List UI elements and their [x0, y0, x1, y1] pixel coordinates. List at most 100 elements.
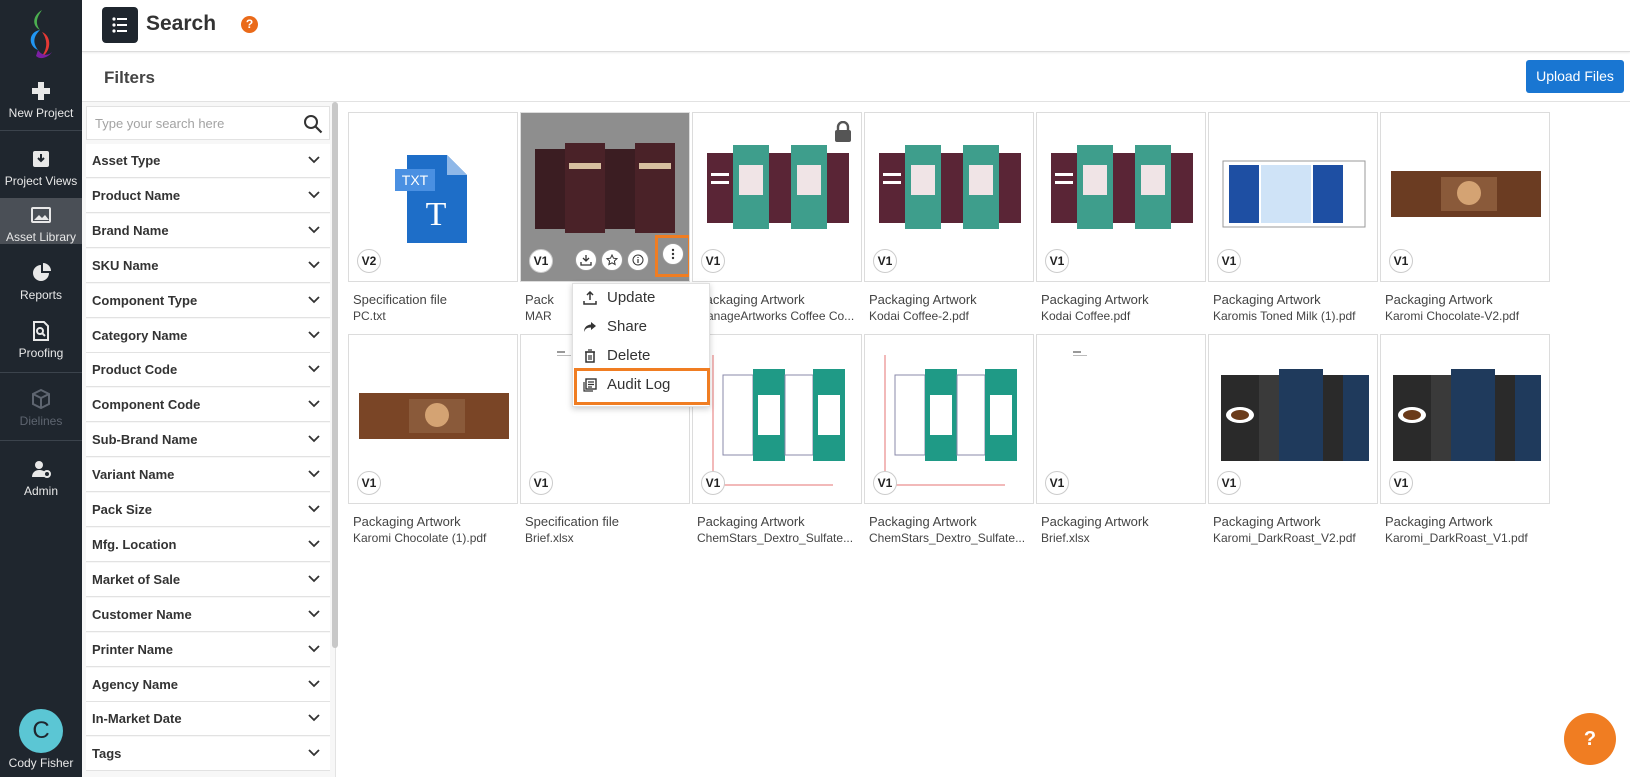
- asset-card[interactable]: V1 Packaging Artwork Karomi Chocolate-V2.p…: [1380, 112, 1550, 332]
- filter-row[interactable]: Pack Size: [86, 493, 330, 527]
- asset-file-name[interactable]: Kodai Coffee-2.pdf: [869, 309, 1034, 323]
- asset-file-name[interactable]: Karomi Chocolate-V2.pdf: [1385, 309, 1550, 323]
- info-button[interactable]: [627, 249, 649, 271]
- asset-card[interactable]: V1 Packaging Artwork ManageArtworks Coffee…: [692, 112, 862, 332]
- asset-card[interactable]: T TXT V2 Specification file PC.txt: [348, 112, 518, 332]
- nav-label: Project Views: [4, 174, 78, 188]
- asset-type-label: Packaging Artwork: [1385, 292, 1493, 307]
- asset-file-name[interactable]: Karomi_DarkRoast_V2.pdf: [1213, 531, 1378, 545]
- filter-label: Brand Name: [92, 222, 169, 238]
- pie-chart-icon: [33, 263, 51, 281]
- nav-label: New Project: [8, 106, 74, 120]
- filter-row[interactable]: Agency Name: [86, 667, 330, 702]
- svg-text:T: T: [426, 196, 447, 233]
- menu-item-update[interactable]: Update: [573, 284, 711, 313]
- asset-file-name[interactable]: Karomi_DarkRoast_V1.pdf: [1385, 531, 1550, 545]
- asset-thumbnail[interactable]: V1: [1208, 334, 1378, 504]
- filter-row[interactable]: SKU Name: [86, 248, 330, 283]
- nav-project-views[interactable]: Project Views: [0, 148, 82, 188]
- asset-thumbnail[interactable]: V1: [692, 334, 862, 504]
- filter-row[interactable]: Product Code: [86, 353, 330, 388]
- search-icon[interactable]: [303, 114, 323, 134]
- asset-file-name[interactable]: Brief.xlsx: [1041, 531, 1206, 545]
- asset-thumbnail[interactable]: V1: [348, 334, 518, 504]
- filter-row[interactable]: Component Type: [86, 283, 330, 318]
- more-options-button[interactable]: [662, 243, 684, 265]
- filter-row[interactable]: Printer Name: [86, 632, 330, 667]
- search-input[interactable]: [95, 107, 291, 139]
- asset-file-name[interactable]: Karomis Toned Milk (1).pdf: [1213, 309, 1378, 323]
- asset-type-label: Specification file: [525, 514, 619, 529]
- asset-card[interactable]: V1 Packaging Artwork Karomis Toned Milk (1…: [1208, 112, 1378, 332]
- upload-files-button[interactable]: Upload Files: [1526, 60, 1624, 93]
- filter-row[interactable]: Tags: [86, 737, 330, 772]
- favorite-button[interactable]: [601, 249, 623, 271]
- document-search-icon: [33, 321, 49, 341]
- filter-label: Market of Sale: [92, 571, 181, 587]
- asset-card[interactable]: V1 Packaging Artwork ChemStars_Dextro_Sulf…: [864, 334, 1034, 554]
- chevron-down-icon: [308, 295, 320, 303]
- asset-card[interactable]: V1 Packaging Artwork Karomi Chocolate (1).…: [348, 334, 518, 554]
- help-icon[interactable]: ?: [241, 16, 258, 33]
- asset-card[interactable]: V1 Packaging Artwork Karomi_DarkRoast_V1.p…: [1380, 334, 1550, 554]
- image-icon: [31, 207, 51, 223]
- filter-row[interactable]: Customer Name: [86, 597, 330, 632]
- asset-card[interactable]: V1 Packaging Artwork Brief.xlsx: [1036, 334, 1206, 554]
- menu-button[interactable]: [102, 7, 138, 43]
- asset-file-name[interactable]: Brief.xlsx: [525, 531, 690, 545]
- filter-row[interactable]: In-Market Date: [86, 702, 330, 737]
- asset-card[interactable]: V1 Packaging Artwork Kodai Coffee-2.pdf: [864, 112, 1034, 332]
- asset-file-name[interactable]: PC.txt: [353, 309, 518, 323]
- menu-item-label: Share: [607, 318, 648, 335]
- filter-label: Printer Name: [92, 641, 173, 657]
- asset-card[interactable]: V1 Packaging Artwork Kodai Coffee.pdf: [1036, 112, 1206, 332]
- help-fab[interactable]: ?: [1564, 713, 1616, 765]
- asset-card[interactable]: V1 Packaging Artwork ChemStars_Dextro_Sulf…: [692, 334, 862, 554]
- nav-dielines[interactable]: Dielines: [0, 388, 82, 428]
- more-options-highlight: [655, 235, 689, 277]
- asset-thumbnail[interactable]: T TXT V2: [348, 112, 518, 282]
- avatar[interactable]: C: [19, 709, 63, 753]
- nav-admin[interactable]: Admin: [0, 458, 82, 498]
- asset-file-name[interactable]: ChemStars_Dextro_Sulfate...: [869, 531, 1034, 545]
- filter-row[interactable]: Asset Type: [86, 144, 330, 178]
- filter-label: Pack Size: [92, 502, 152, 517]
- filter-row[interactable]: Sub-Brand Name: [86, 423, 330, 458]
- txt-badge: TXT: [395, 169, 435, 191]
- nav-new-project[interactable]: New Project: [0, 80, 82, 120]
- asset-thumbnail[interactable]: V1: [1036, 112, 1206, 282]
- asset-thumbnail[interactable]: V1: [1380, 112, 1550, 282]
- filter-row[interactable]: Category Name: [86, 318, 330, 353]
- asset-thumbnail[interactable]: V1: [1380, 334, 1550, 504]
- asset-thumbnail[interactable]: V1: [864, 334, 1034, 504]
- asset-thumbnail[interactable]: V1: [520, 112, 690, 282]
- nav-proofing[interactable]: Proofing: [0, 320, 82, 360]
- asset-card[interactable]: V1 Packaging Artwork Karomi_DarkRoast_V2.p…: [1208, 334, 1378, 554]
- filter-row[interactable]: Variant Name: [86, 458, 330, 493]
- filter-label: Component Code: [92, 397, 201, 413]
- asset-file-name[interactable]: Kodai Coffee.pdf: [1041, 309, 1206, 323]
- asset-thumbnail[interactable]: V1: [1036, 334, 1206, 504]
- asset-thumbnail[interactable]: V1: [1208, 112, 1378, 282]
- filter-row[interactable]: Mfg. Location: [86, 527, 330, 562]
- menu-item-delete[interactable]: Delete: [573, 342, 711, 371]
- app-logo[interactable]: [18, 8, 64, 62]
- upload-icon: [583, 291, 597, 305]
- filter-row[interactable]: Market of Sale: [86, 562, 330, 597]
- filter-row[interactable]: Product Name: [86, 178, 330, 213]
- asset-file-name[interactable]: Karomi Chocolate (1).pdf: [353, 531, 518, 545]
- asset-file-name[interactable]: ManageArtworks Coffee Co...: [697, 309, 862, 323]
- menu-item-share[interactable]: Share: [573, 313, 711, 342]
- filter-label: Asset Type: [92, 153, 161, 168]
- chevron-down-icon: [308, 644, 320, 652]
- nav-reports[interactable]: Reports: [0, 262, 82, 302]
- download-button[interactable]: [575, 249, 597, 271]
- asset-thumbnail[interactable]: V1: [692, 112, 862, 282]
- filter-label: Product Code: [92, 362, 178, 378]
- asset-type-label: Packaging Artwork: [697, 292, 805, 307]
- asset-file-name[interactable]: ChemStars_Dextro_Sulfate...: [697, 531, 862, 545]
- filter-row[interactable]: Brand Name: [86, 213, 330, 248]
- filter-row[interactable]: Component Code: [86, 388, 330, 423]
- asset-thumbnail[interactable]: V1: [864, 112, 1034, 282]
- nav-asset-library[interactable]: Asset Library: [0, 198, 82, 244]
